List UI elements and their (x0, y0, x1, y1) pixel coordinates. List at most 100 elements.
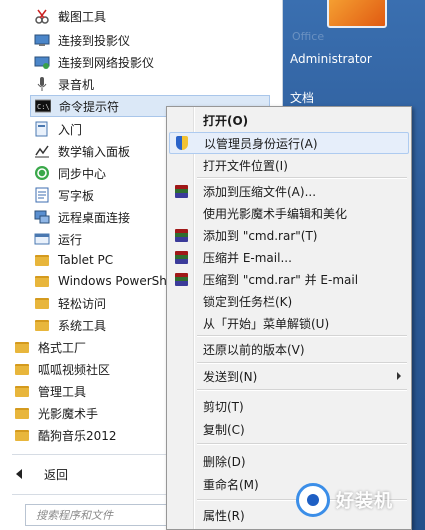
getting-started-icon (34, 121, 50, 137)
menu-separator (197, 443, 407, 445)
back-button[interactable]: 返回 (16, 463, 68, 485)
menu-separator (197, 177, 407, 179)
microphone-icon (34, 76, 50, 92)
program-label: 系统工具 (58, 318, 107, 333)
winrar-icon (173, 271, 189, 287)
folder-icon (34, 317, 50, 333)
menu-item-add-to-archive[interactable]: 添加到压缩文件(A)... (169, 180, 409, 202)
projector-icon (34, 32, 50, 48)
menu-item-open-file-location[interactable]: 打开文件位置(I) (169, 154, 409, 176)
folder-icon (14, 361, 30, 377)
program-folder-kugou-music[interactable]: 酷狗音乐2012 (14, 424, 164, 446)
watermark: 好装机 (296, 483, 393, 517)
submenu-arrow-icon (397, 372, 401, 380)
menu-item-unpin-from-start[interactable]: 从「开始」菜单解锁(U) (169, 312, 409, 334)
math-input-icon (34, 143, 50, 159)
program-item-getting-started[interactable]: 入门 (34, 118, 164, 140)
program-label: 运行 (58, 232, 83, 247)
menu-item-run-as-admin[interactable]: 以管理员身份运行(A) (169, 132, 409, 154)
program-item-math-input[interactable]: 数学输入面板 (34, 140, 164, 162)
scissors-icon (34, 8, 50, 24)
program-folder-admin-tools[interactable]: 管理工具 (14, 380, 164, 402)
program-folder-nEO-imaging[interactable]: 光影魔术手 (14, 402, 164, 424)
run-icon (34, 231, 50, 247)
menu-separator (197, 389, 407, 391)
cmd-icon: C:\ (35, 98, 51, 114)
back-arrow-icon (16, 469, 22, 479)
sync-icon (34, 165, 50, 181)
menu-item-compress-and-email[interactable]: 压缩并 E-mail... (169, 246, 409, 268)
folder-icon (34, 295, 50, 311)
program-label: 连接到投影仪 (58, 33, 131, 48)
menu-label: 打开文件位置(I) (203, 158, 288, 173)
menu-item-compress-to-cmd-rar-email[interactable]: 压缩到 "cmd.rar" 并 E-mail (169, 268, 409, 290)
svg-text:C:\: C:\ (37, 103, 50, 111)
watermark-logo-icon (296, 483, 330, 517)
program-label: 截图工具 (58, 9, 107, 24)
menu-item-copy[interactable]: 复制(C) (169, 418, 409, 440)
menu-label: 删除(D) (203, 454, 246, 469)
folder-icon (34, 273, 50, 289)
program-label: 入门 (58, 122, 83, 137)
user-name-link[interactable]: Administrator (290, 52, 372, 66)
program-label: 远程桌面连接 (58, 210, 131, 225)
program-item-wordpad[interactable]: 写字板 (34, 184, 164, 206)
program-item-sync-center[interactable]: 同步中心 (34, 162, 164, 184)
menu-label: 剪切(T) (203, 399, 244, 414)
uac-shield-icon (174, 135, 190, 151)
menu-item-open[interactable]: 打开(O) (169, 109, 409, 131)
program-folder-guagua-video[interactable]: 呱呱视频社区 (14, 358, 164, 380)
program-label: 格式工厂 (38, 340, 87, 355)
menu-label: 从「开始」菜单解锁(U) (203, 316, 330, 331)
program-item-snipping-tool[interactable]: 截图工具 (34, 5, 264, 27)
menu-label: 发送到(N) (203, 369, 258, 384)
menu-label: 锁定到任务栏(K) (203, 294, 293, 309)
winrar-icon (173, 183, 189, 199)
program-folder-windows-powershell[interactable]: Windows PowerSh (34, 270, 166, 292)
winrar-icon (173, 249, 189, 265)
menu-item-restore-previous-versions[interactable]: 还原以前的版本(V) (169, 338, 409, 360)
menu-separator (197, 335, 407, 337)
program-label: 同步中心 (58, 166, 107, 181)
wordpad-icon (34, 187, 50, 203)
watermark-text: 好装机 (336, 491, 393, 512)
menu-item-delete[interactable]: 删除(D) (169, 450, 409, 472)
program-label: 酷狗音乐2012 (38, 428, 117, 443)
back-label: 返回 (44, 467, 69, 482)
folder-icon (14, 383, 30, 399)
menu-label: 还原以前的版本(V) (203, 342, 305, 357)
user-avatar[interactable] (327, 0, 387, 28)
program-item-remote-desktop[interactable]: 远程桌面连接 (34, 206, 164, 228)
program-label: 数学输入面板 (58, 144, 131, 159)
search-placeholder: 搜索程序和文件 (36, 509, 113, 522)
menu-item-pin-to-taskbar[interactable]: 锁定到任务栏(K) (169, 290, 409, 312)
menu-separator (197, 362, 407, 364)
program-label: 命令提示符 (59, 99, 120, 114)
program-item-network-projector[interactable]: 连接到网络投影仪 (34, 51, 264, 73)
menu-label: 压缩并 E-mail... (203, 250, 292, 265)
program-folder-system-tools[interactable]: 系统工具 (34, 314, 164, 336)
menu-item-edit-with-neo[interactable]: 使用光影魔术手编辑和美化 (169, 202, 409, 224)
program-label: 录音机 (58, 77, 95, 92)
background-faint-text: Office (292, 30, 325, 43)
program-folder-ease-of-access[interactable]: 轻松访问 (34, 292, 164, 314)
program-item-projector[interactable]: 连接到投影仪 (34, 29, 264, 51)
menu-item-add-to-cmd-rar[interactable]: 添加到 "cmd.rar"(T) (169, 224, 409, 246)
program-label: 光影魔术手 (38, 406, 99, 421)
program-label: 轻松访问 (58, 296, 107, 311)
documents-link[interactable]: 文档 (290, 89, 314, 106)
folder-icon (14, 427, 30, 443)
menu-label: 添加到 "cmd.rar"(T) (203, 228, 318, 243)
program-item-run[interactable]: 运行 (34, 228, 164, 250)
remote-desktop-icon (34, 209, 50, 225)
menu-label: 使用光影魔术手编辑和美化 (203, 206, 348, 221)
menu-item-cut[interactable]: 剪切(T) (169, 395, 409, 417)
program-label: 写字板 (58, 188, 95, 203)
program-label: Windows PowerSh (58, 274, 166, 288)
program-folder-format-factory[interactable]: 格式工厂 (14, 336, 164, 358)
menu-label: 打开(O) (203, 113, 249, 128)
context-menu: 打开(O) 以管理员身份运行(A) 打开文件位置(I) 添加到压缩文件(A)..… (166, 106, 412, 530)
program-label: 呱呱视频社区 (38, 362, 111, 377)
menu-item-send-to[interactable]: 发送到(N) (169, 365, 409, 387)
program-item-sound-recorder[interactable]: 录音机 (34, 73, 264, 95)
